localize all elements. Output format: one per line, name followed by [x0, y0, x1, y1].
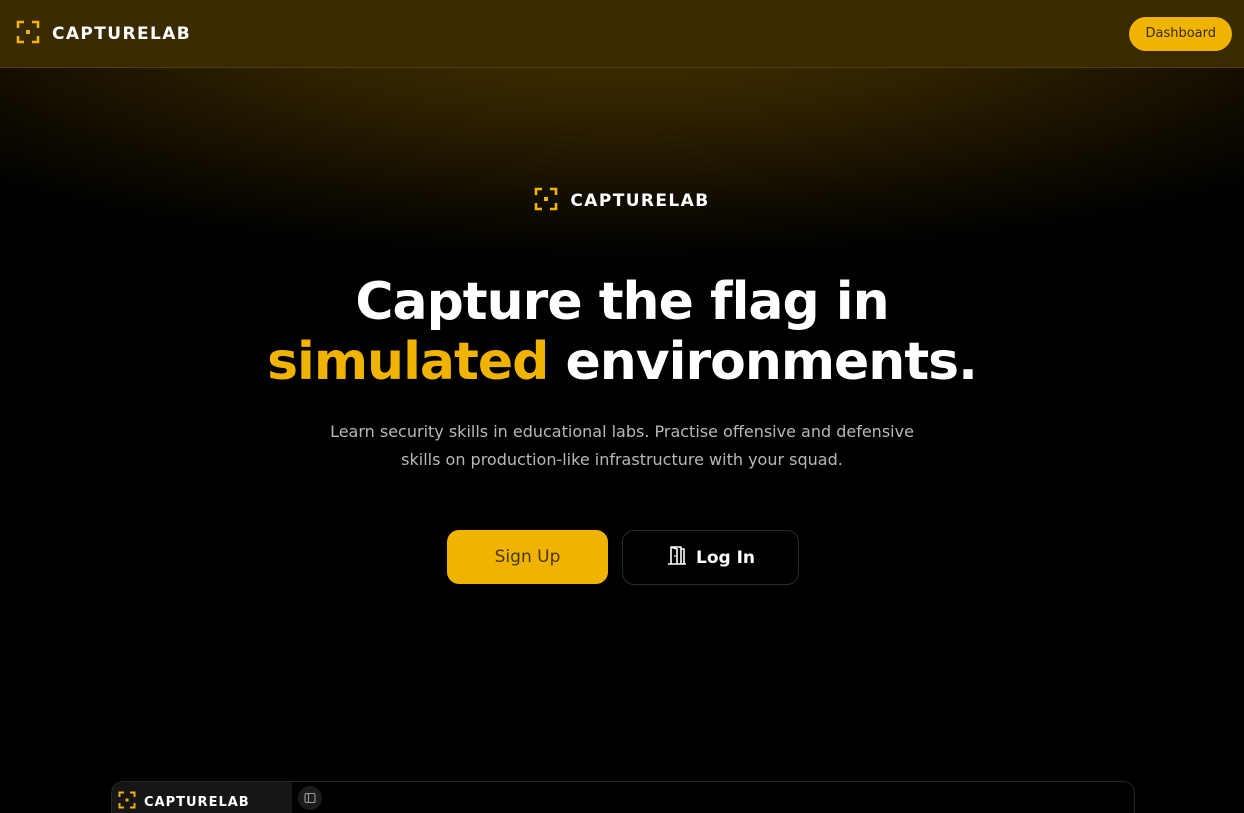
sign-up-button[interactable]: Sign Up: [447, 530, 608, 584]
hero-brand-name: CAPTURELAB: [570, 191, 710, 211]
preview-sidebar: CAPTURELAB: [112, 782, 292, 813]
dashboard-button[interactable]: Dashboard: [1129, 16, 1232, 51]
app-preview: CAPTURELAB: [111, 781, 1135, 813]
navbar-brand[interactable]: CAPTURELAB: [16, 20, 191, 48]
hero-title-accent: simulated: [267, 332, 549, 392]
log-in-button[interactable]: Log In: [622, 530, 799, 585]
hero-title-rest: environments.: [548, 332, 977, 392]
cta-row: Sign Up Log In: [447, 530, 799, 585]
hero-title: Capture the flag in simulated environmen…: [0, 272, 1244, 392]
hero-subtitle: Learn security skills in educational lab…: [330, 422, 914, 469]
capture-frame-icon: [534, 187, 558, 215]
capture-frame-icon: [16, 20, 40, 48]
hero-brand: CAPTURELAB: [0, 187, 1244, 215]
preview-brand-name: CAPTURELAB: [144, 794, 250, 810]
door-icon: [666, 544, 688, 571]
navbar: CAPTURELAB Dashboard: [0, 0, 1244, 68]
hero-title-line1: Capture the flag in: [355, 272, 889, 332]
brand-name: CAPTURELAB: [52, 23, 192, 44]
capture-frame-icon: [118, 791, 136, 813]
sidebar-toggle-icon: [304, 789, 316, 808]
log-in-label: Log In: [695, 547, 756, 568]
sidebar-toggle-button[interactable]: [298, 786, 322, 810]
